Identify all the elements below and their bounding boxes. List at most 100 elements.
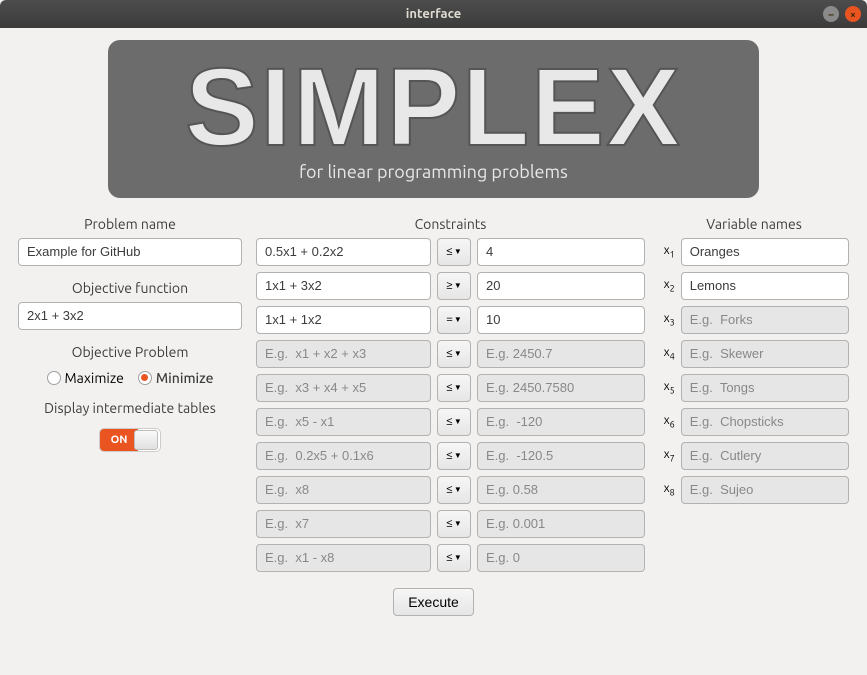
relation-text: ≤ bbox=[446, 449, 453, 462]
variable-name-input[interactable] bbox=[681, 272, 849, 300]
constraint-expr-input[interactable] bbox=[256, 306, 431, 334]
constraint-rhs-input[interactable] bbox=[477, 374, 645, 402]
variable-index-label: x7 bbox=[659, 448, 675, 463]
toggle-knob bbox=[134, 430, 158, 450]
constraint-row: ≤ ▼ bbox=[256, 340, 645, 368]
display-tables-label: Display intermediate tables bbox=[18, 400, 242, 416]
variable-name-input[interactable] bbox=[681, 442, 849, 470]
chevron-down-icon: ▼ bbox=[454, 383, 462, 392]
banner: SIMPLEX for linear programming problems bbox=[108, 40, 759, 198]
toggle-on-label: ON bbox=[100, 429, 138, 451]
maximize-label: Maximize bbox=[65, 370, 124, 386]
variable-row: x8 bbox=[659, 476, 849, 504]
variable-index-label: x4 bbox=[659, 346, 675, 361]
variable-row: x1 bbox=[659, 238, 849, 266]
constraint-relation-select[interactable]: ≤ ▼ bbox=[437, 408, 471, 436]
constraint-row: ≤ ▼ bbox=[256, 544, 645, 572]
relation-text: ≤ bbox=[446, 245, 453, 258]
minimize-icon[interactable]: – bbox=[823, 6, 839, 22]
objective-function-input[interactable] bbox=[18, 302, 242, 330]
close-icon[interactable]: × bbox=[845, 6, 861, 22]
relation-text: = bbox=[446, 313, 453, 326]
constraint-row: ≤ ▼ bbox=[256, 476, 645, 504]
variable-index-label: x2 bbox=[659, 278, 675, 293]
variable-row: x6 bbox=[659, 408, 849, 436]
display-tables-toggle[interactable]: ON bbox=[99, 428, 161, 452]
constraint-rhs-input[interactable] bbox=[477, 476, 645, 504]
variable-row: x2 bbox=[659, 272, 849, 300]
constraints-label: Constraints bbox=[256, 216, 645, 232]
relation-text: ≤ bbox=[446, 551, 453, 564]
variable-index-label: x6 bbox=[659, 414, 675, 429]
radio-icon bbox=[138, 371, 152, 385]
variable-row: x7 bbox=[659, 442, 849, 470]
constraint-relation-select[interactable]: ≤ ▼ bbox=[437, 544, 471, 572]
constraint-row: ≤ ▼ bbox=[256, 408, 645, 436]
constraint-expr-input[interactable] bbox=[256, 238, 431, 266]
problem-name-input[interactable] bbox=[18, 238, 242, 266]
variable-name-input[interactable] bbox=[681, 476, 849, 504]
chevron-down-icon: ▼ bbox=[454, 553, 462, 562]
constraint-rhs-input[interactable] bbox=[477, 510, 645, 538]
variable-row: x4 bbox=[659, 340, 849, 368]
constraint-row: ≤ ▼ bbox=[256, 510, 645, 538]
objective-function-label: Objective function bbox=[18, 280, 242, 296]
variable-name-input[interactable] bbox=[681, 408, 849, 436]
chevron-down-icon: ▼ bbox=[454, 417, 462, 426]
constraint-relation-select[interactable]: ≤ ▼ bbox=[437, 442, 471, 470]
chevron-down-icon: ▼ bbox=[454, 349, 462, 358]
variable-row: x3 bbox=[659, 306, 849, 334]
constraint-row: ≤ ▼ bbox=[256, 442, 645, 470]
titlebar: interface – × bbox=[0, 0, 867, 28]
variable-row: x5 bbox=[659, 374, 849, 402]
constraint-relation-select[interactable]: ≤ ▼ bbox=[437, 374, 471, 402]
minimize-radio[interactable]: Minimize bbox=[138, 370, 214, 386]
relation-text: ≤ bbox=[446, 381, 453, 394]
constraint-rhs-input[interactable] bbox=[477, 408, 645, 436]
constraint-relation-select[interactable]: ≤ ▼ bbox=[437, 340, 471, 368]
constraint-expr-input[interactable] bbox=[256, 408, 431, 436]
constraint-row: ≤ ▼ bbox=[256, 374, 645, 402]
minimize-label: Minimize bbox=[156, 370, 214, 386]
constraint-rhs-input[interactable] bbox=[477, 442, 645, 470]
chevron-down-icon: ▼ bbox=[454, 451, 462, 460]
constraint-rhs-input[interactable] bbox=[477, 272, 645, 300]
relation-text: ≤ bbox=[446, 517, 453, 530]
relation-text: ≤ bbox=[446, 347, 453, 360]
window-title: interface bbox=[406, 7, 461, 21]
constraint-expr-input[interactable] bbox=[256, 340, 431, 368]
constraint-expr-input[interactable] bbox=[256, 374, 431, 402]
banner-title: SIMPLEX bbox=[128, 50, 739, 166]
variable-index-label: x1 bbox=[659, 244, 675, 259]
maximize-radio[interactable]: Maximize bbox=[47, 370, 124, 386]
chevron-down-icon: ▼ bbox=[454, 485, 462, 494]
variable-name-input[interactable] bbox=[681, 238, 849, 266]
constraint-rhs-input[interactable] bbox=[477, 238, 645, 266]
objective-problem-label: Objective Problem bbox=[18, 344, 242, 360]
variable-name-input[interactable] bbox=[681, 374, 849, 402]
constraint-rhs-input[interactable] bbox=[477, 340, 645, 368]
constraint-relation-select[interactable]: ≤ ▼ bbox=[437, 238, 471, 266]
variable-index-label: x3 bbox=[659, 312, 675, 327]
execute-button[interactable]: Execute bbox=[393, 588, 474, 616]
constraint-row: ≥ ▼ bbox=[256, 272, 645, 300]
constraint-expr-input[interactable] bbox=[256, 442, 431, 470]
constraint-relation-select[interactable]: = ▼ bbox=[437, 306, 471, 334]
constraint-relation-select[interactable]: ≤ ▼ bbox=[437, 510, 471, 538]
variable-name-input[interactable] bbox=[681, 306, 849, 334]
variable-index-label: x5 bbox=[659, 380, 675, 395]
constraint-rhs-input[interactable] bbox=[477, 306, 645, 334]
constraint-expr-input[interactable] bbox=[256, 272, 431, 300]
constraint-expr-input[interactable] bbox=[256, 544, 431, 572]
variable-name-input[interactable] bbox=[681, 340, 849, 368]
constraint-expr-input[interactable] bbox=[256, 510, 431, 538]
constraint-relation-select[interactable]: ≤ ▼ bbox=[437, 476, 471, 504]
constraint-expr-input[interactable] bbox=[256, 476, 431, 504]
relation-text: ≤ bbox=[446, 483, 453, 496]
relation-text: ≤ bbox=[446, 415, 453, 428]
chevron-down-icon: ▼ bbox=[454, 281, 462, 290]
constraint-rhs-input[interactable] bbox=[477, 544, 645, 572]
chevron-down-icon: ▼ bbox=[454, 519, 462, 528]
variable-index-label: x8 bbox=[659, 482, 675, 497]
constraint-relation-select[interactable]: ≥ ▼ bbox=[437, 272, 471, 300]
